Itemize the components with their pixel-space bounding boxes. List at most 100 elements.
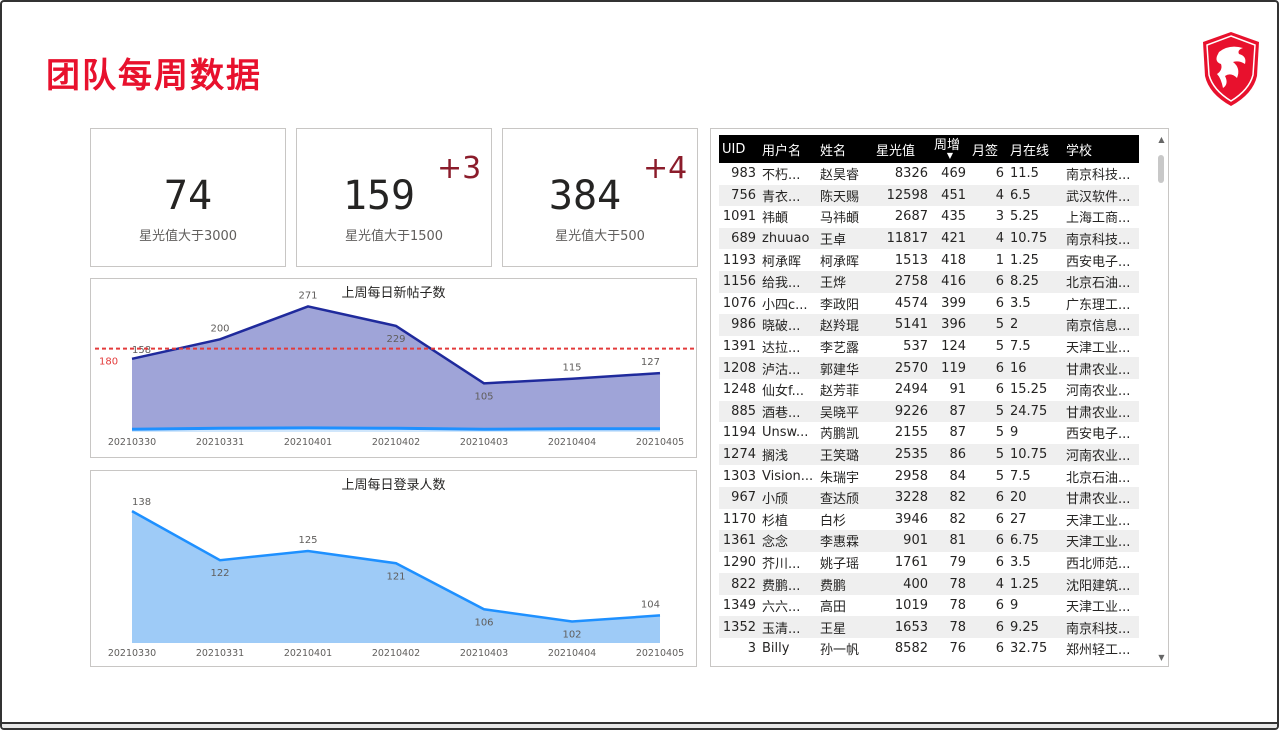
table-row[interactable]: 1349 六六... 高田 1019 78 6 9 天津工业... — [719, 595, 1139, 617]
table-cell: 119 — [931, 357, 969, 379]
table-cell: 81 — [931, 530, 969, 552]
scroll-down-icon[interactable]: ▼ — [1157, 653, 1166, 663]
table-cell: 822 — [719, 573, 759, 595]
table-cell: 天津工业... — [1066, 341, 1131, 357]
table-row[interactable]: 967 小颀 查达颀 3228 82 6 20 甘肃农业... — [719, 486, 1139, 509]
column-header[interactable]: 周增 ▼ — [931, 135, 969, 163]
x-tick-label: 20210403 — [460, 437, 508, 448]
kpi-label: 星光值大于500 — [555, 229, 645, 244]
table-row[interactable]: 1274 搁浅 王笑璐 2535 86 5 10.75 河南农业... — [719, 443, 1139, 466]
table-row[interactable]: 986 晓破... 赵羚琨 5141 396 5 2 南京信息... — [719, 314, 1139, 336]
data-label: 105 — [474, 391, 493, 402]
column-header[interactable]: 学校 — [1063, 135, 1139, 163]
table-row[interactable]: 1248 仙女f... 赵芳菲 2494 91 6 15.25 河南农业... — [719, 379, 1139, 401]
table-cell: 416 — [931, 270, 969, 293]
table-cell: 15.25 — [1010, 382, 1048, 398]
data-label: 115 — [562, 363, 581, 374]
dashboard-frame: 团队每周数据 74 星光值大于3000 159 +3 星光值大于1500 384… — [0, 0, 1279, 730]
table-row[interactable]: 1352 玉清... 王星 1653 78 6 9.25 南京科技... — [719, 616, 1139, 639]
table-cell: 6 — [995, 511, 1004, 527]
x-tick-label: 20210331 — [196, 648, 244, 659]
table-cell: 赵昊睿 — [820, 168, 860, 184]
table-row[interactable]: 983 不朽... 赵昊睿 8326 469 6 11.5 南京科技... — [719, 163, 1139, 185]
msi-dragon-shield-icon — [1203, 32, 1259, 106]
table-cell: 搁浅 — [759, 443, 817, 466]
table-cell: Billy — [762, 641, 790, 657]
x-tick-label: 20210404 — [548, 648, 596, 659]
table-row[interactable]: 1361 念念 李惠霖 901 81 6 6.75 天津工业... — [719, 530, 1139, 552]
table-row[interactable]: 756 青衣... 陈天赐 12598 451 4 6.5 武汉软件... — [719, 184, 1139, 207]
table-cell: 天津工业... — [1063, 530, 1139, 552]
table-cell: 16 — [1007, 357, 1063, 379]
table-cell: 5 — [995, 425, 1004, 441]
table-cell: 南京科技... — [1066, 168, 1131, 184]
reference-line-label: 180 — [99, 357, 118, 368]
table-cell: 9 — [1010, 598, 1019, 614]
table-cell: 6.5 — [1007, 184, 1063, 207]
table-cell: 费鹏... — [759, 573, 817, 595]
table-row[interactable]: 1091 祎頔 马祎頔 2687 435 3 5.25 上海工商... — [719, 206, 1139, 228]
table-cell: 吴晓平 — [817, 400, 873, 423]
column-header[interactable]: 月签 — [969, 135, 1007, 163]
table-cell: 6 — [969, 530, 1007, 552]
table-cell: 9.25 — [1007, 616, 1063, 639]
x-tick-label: 20210403 — [460, 648, 508, 659]
table-row[interactable]: 1290 芥川... 姚子瑶 1761 79 6 3.5 西北师范... — [719, 552, 1139, 574]
table-cell: 1391 — [722, 339, 756, 355]
table-cell: 435 — [941, 209, 966, 225]
posts-chart: 上周每日新帖子数 158 200 271 229 105 115 127 180 2021033… — [90, 278, 697, 458]
table-cell: 967 — [719, 486, 759, 509]
table-row[interactable]: 1076 小四c... 李政阳 4574 399 6 3.5 广东理工... — [719, 293, 1139, 315]
table-cell: 20 — [1007, 486, 1063, 509]
table-body: 983 不朽... 赵昊睿 8326 469 6 11.5 南京科技... 756 青衣... 陈天… — [719, 163, 1139, 660]
table-cell: 11817 — [873, 227, 931, 250]
table-cell: 4 — [969, 227, 1007, 250]
user-table-panel: UID 用户名 姓名 星光值 周增 ▼ 月签 月在线 学校 983 不朽... 赵昊睿 8326 469… — [710, 128, 1169, 667]
table-row[interactable]: 1391 达拉... 李艺露 537 124 5 7.5 天津工业... — [719, 336, 1139, 358]
table-cell: 400 — [873, 573, 931, 595]
table-row[interactable]: 689 zhuuao 王卓 11817 421 4 10.75 南京科技... — [719, 227, 1139, 250]
table-cell: 8326 — [894, 166, 928, 182]
table-row[interactable]: 1303 Vision... 朱瑞宇 2958 84 5 7.5 北京石油... — [719, 465, 1139, 487]
table-cell: 2 — [1007, 314, 1063, 336]
data-label: 271 — [298, 290, 317, 301]
kpi-label: 星光值大于3000 — [138, 229, 238, 244]
table-cell: 河南农业... — [1063, 443, 1139, 466]
table-cell: 885 — [719, 400, 759, 423]
table-row[interactable]: 885 酒巷... 吴晓平 9226 87 5 24.75 甘肃农业... — [719, 400, 1139, 423]
table-row[interactable]: 1208 泸沽... 郭建华 2570 119 6 16 甘肃农业... — [719, 357, 1139, 379]
column-header[interactable]: 用户名 — [759, 135, 817, 163]
table-cell: 87 — [949, 425, 966, 441]
table-cell: 陈天赐 — [817, 184, 873, 207]
table-cell: 1194 — [722, 425, 756, 441]
table-cell: 6 — [995, 382, 1004, 398]
data-label: 106 — [474, 617, 493, 628]
column-header[interactable]: UID — [719, 135, 759, 163]
table-cell: 1513 — [894, 252, 928, 268]
page-title: 团队每周数据 — [46, 56, 262, 96]
bottom-strip — [2, 722, 1277, 728]
scroll-thumb[interactable] — [1158, 155, 1164, 183]
table-cell: 孙一帆 — [820, 643, 860, 659]
column-header[interactable]: 星光值 — [873, 135, 931, 163]
table-row[interactable]: 822 费鹏... 费鹏 400 78 4 1.25 沈阳建筑... — [719, 573, 1139, 595]
table-row[interactable]: 1194 Unsw... 芮鹏凯 2155 87 5 9 西安电子... — [719, 422, 1139, 444]
table-cell: 7.5 — [1010, 468, 1031, 484]
table-cell: 2687 — [894, 209, 928, 225]
table-cell: 8.25 — [1007, 270, 1063, 293]
table-cell: 2758 — [873, 270, 931, 293]
table-cell: 杉植 — [762, 513, 789, 529]
column-header[interactable]: 月在线 — [1007, 135, 1063, 163]
table-cell: 郭建华 — [817, 357, 873, 379]
table-row[interactable]: 1170 杉植 白杉 3946 82 6 27 天津工业... — [719, 509, 1139, 531]
table-scrollbar[interactable]: ▲ ▼ — [1157, 135, 1166, 663]
column-header[interactable]: 姓名 — [817, 135, 873, 163]
table-cell: 10.75 — [1007, 443, 1063, 466]
kpi-card-1500: 159 +3 星光值大于1500 — [296, 128, 492, 267]
table-row[interactable]: 1193 柯承晖 柯承晖 1513 418 1 1.25 西安电子... — [719, 249, 1139, 271]
table-cell: 1349 — [722, 598, 756, 614]
scroll-up-icon[interactable]: ▲ — [1157, 135, 1166, 145]
table-row[interactable]: 3 Billy 孙一帆 8582 76 6 32.75 郑州轻工... — [719, 638, 1139, 660]
sort-desc-icon[interactable]: ▼ — [934, 152, 966, 160]
table-row[interactable]: 1156 给我... 王烨 2758 416 6 8.25 北京石油... — [719, 270, 1139, 293]
